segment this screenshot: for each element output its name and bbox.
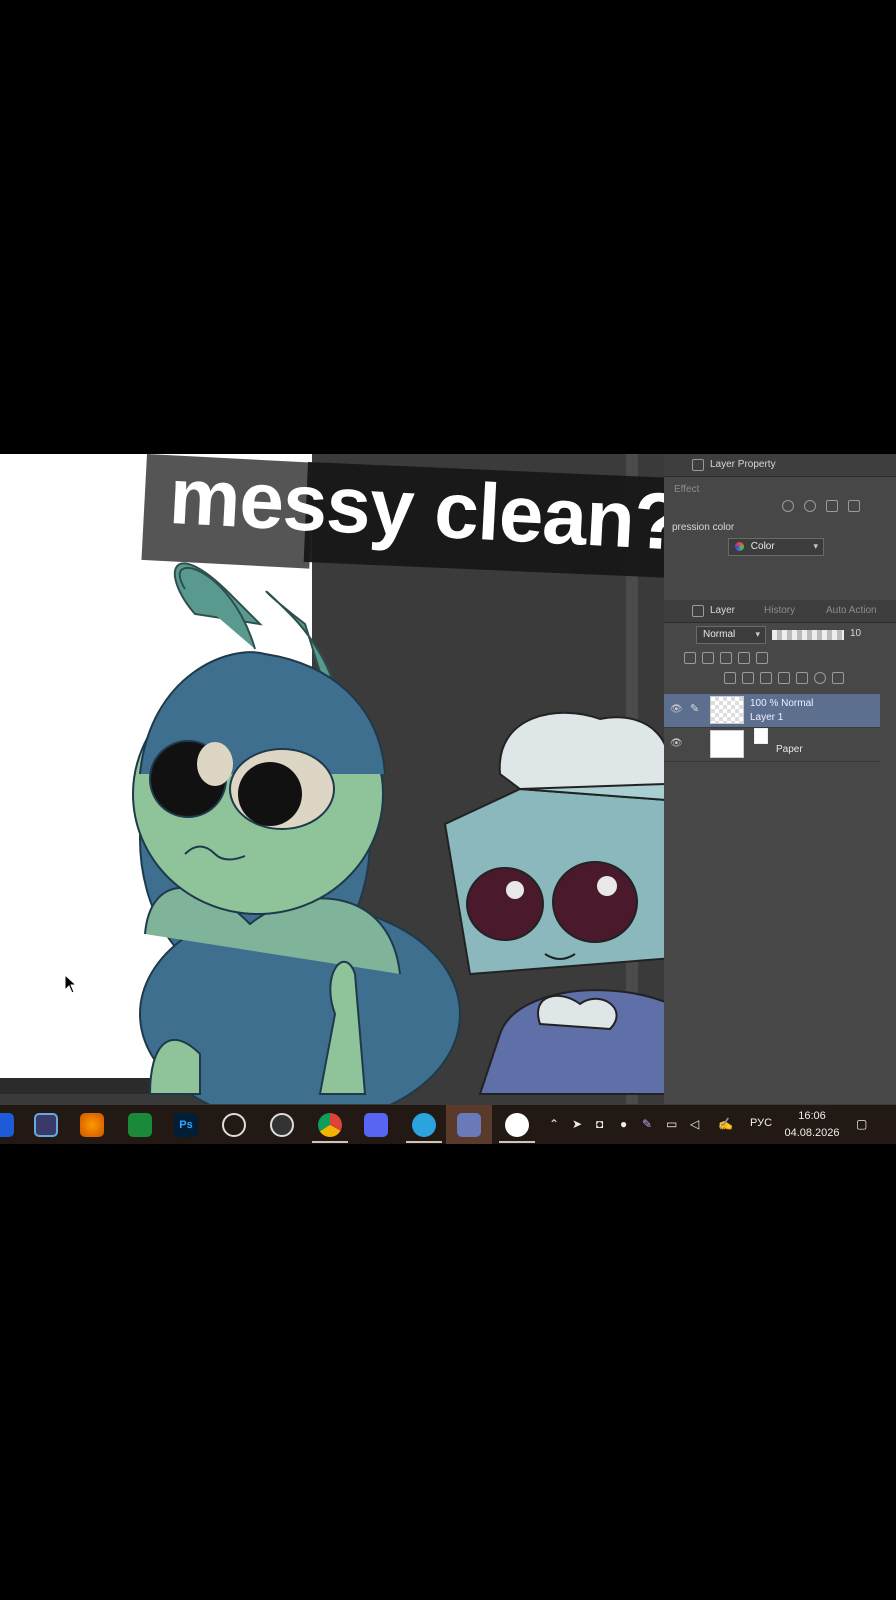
clip-icon[interactable] [684,652,696,664]
chevron-down-icon: ▾ [813,541,818,551]
right-panel: Layer Property Effect pression color Col… [664,454,896,1104]
lock-icon[interactable] [738,652,750,664]
color-mode-icon [735,541,744,551]
mouse-cursor-icon [64,974,78,994]
expression-color-label: pression color [672,522,735,533]
caterpillar-character [132,562,461,1104]
layer-name: Paper [776,744,803,755]
telegram-icon[interactable] [412,1113,436,1137]
layer-name: Layer 1 [750,712,784,723]
lock-transparency-icon[interactable] [756,652,768,664]
tone-effect-icon[interactable] [804,500,816,512]
blend-mode-value: Normal [703,629,736,640]
layer-color-effect-icon[interactable] [848,500,860,512]
expression-color-value: Color [750,541,775,552]
notification-icon[interactable]: ▢ [856,1117,867,1131]
layer-meta: 100 % Normal [750,698,814,709]
layer-panel-header: Layer History Auto Action [664,600,896,623]
opacity-slider[interactable] [772,630,844,640]
volume-icon[interactable]: ◁ [690,1117,699,1131]
screenshot-frame: messy clean? Layer Property Effect press… [0,454,896,1144]
telegram-tray-icon[interactable]: ➤ [572,1117,582,1131]
layer-property-header: Layer Property [664,454,896,477]
layer-stack-icon[interactable] [692,605,704,617]
tab-auto-action[interactable]: Auto Action [826,605,877,616]
windows-taskbar: Ps ⌃ ➤ ◘ ● ✎ ▭ ◁ ✍ РУС 16:06 04.08.2026 … [0,1105,896,1144]
camera-tray-icon[interactable]: ◘ [596,1117,603,1131]
opacity-value[interactable]: 10 [850,628,861,639]
layer-property-icon[interactable] [692,459,704,471]
obs-icon[interactable] [270,1113,294,1137]
mask-icon[interactable] [814,672,826,684]
visibility-eye-icon[interactable]: 👁 [670,738,683,749]
app-active-icon[interactable] [457,1113,481,1137]
chrome-active-indicator [312,1141,348,1143]
paper-thumbnail [710,730,744,758]
obs-webcam-icon[interactable] [222,1113,246,1137]
premiere-icon[interactable] [34,1113,58,1137]
clip-studio-icon[interactable] [505,1113,529,1137]
layer-toolbar [684,652,880,666]
tab-history[interactable]: History [764,605,795,616]
border-effect-icon[interactable] [782,500,794,512]
tab-layer[interactable]: Layer [710,605,735,616]
microphone-icon[interactable]: ● [620,1117,627,1131]
new-folder-icon[interactable] [760,672,772,684]
reference-icon[interactable] [702,652,714,664]
expression-color-select[interactable]: Color ▾ [728,538,824,556]
transfer-down-icon[interactable] [778,672,790,684]
pencil-edit-icon: ✎ [690,703,700,715]
system-clock[interactable]: 16:06 04.08.2026 [782,1108,842,1142]
combine-down-icon[interactable] [796,672,808,684]
clip-studio-active-indicator [499,1141,535,1143]
chrome-icon[interactable] [318,1113,342,1137]
effect-label: Effect [674,484,700,495]
chevron-up-icon[interactable]: ⌃ [549,1117,559,1131]
pen-tray-icon[interactable]: ✎ [642,1117,652,1131]
pen-input-icon[interactable]: ✍ [718,1117,733,1131]
clock-date: 04.08.2026 [784,1127,840,1139]
clock-time: 16:06 [798,1110,826,1122]
network-icon[interactable]: ▭ [666,1117,677,1131]
blend-mode-select[interactable]: Normal ▾ [696,626,766,644]
new-raster-layer-icon[interactable] [724,672,736,684]
visibility-eye-icon[interactable]: 👁 [670,704,683,715]
telegram-active-indicator [406,1141,442,1143]
paper-layer-icon [754,728,768,744]
language-indicator[interactable]: РУС [750,1117,772,1129]
app-green-icon[interactable] [128,1113,152,1137]
new-vector-layer-icon[interactable] [742,672,754,684]
layer-actions [724,672,880,686]
layer-row-layer1[interactable]: 👁 ✎ 100 % Normal Layer 1 [664,694,880,728]
chevron-down-icon: ▾ [755,629,760,639]
tab-layer-property[interactable]: Layer Property [710,459,776,470]
delete-layer-icon[interactable] [832,672,844,684]
fl-studio-icon[interactable] [80,1113,104,1137]
draft-icon[interactable] [720,652,732,664]
layer-row-paper[interactable]: 👁 Paper [664,728,880,762]
layer-thumbnail [710,696,744,724]
start-partial-icon[interactable] [0,1113,14,1137]
photoshop-icon[interactable]: Ps [174,1113,198,1137]
discord-icon[interactable] [364,1113,388,1137]
pattern-effect-icon[interactable] [826,500,838,512]
